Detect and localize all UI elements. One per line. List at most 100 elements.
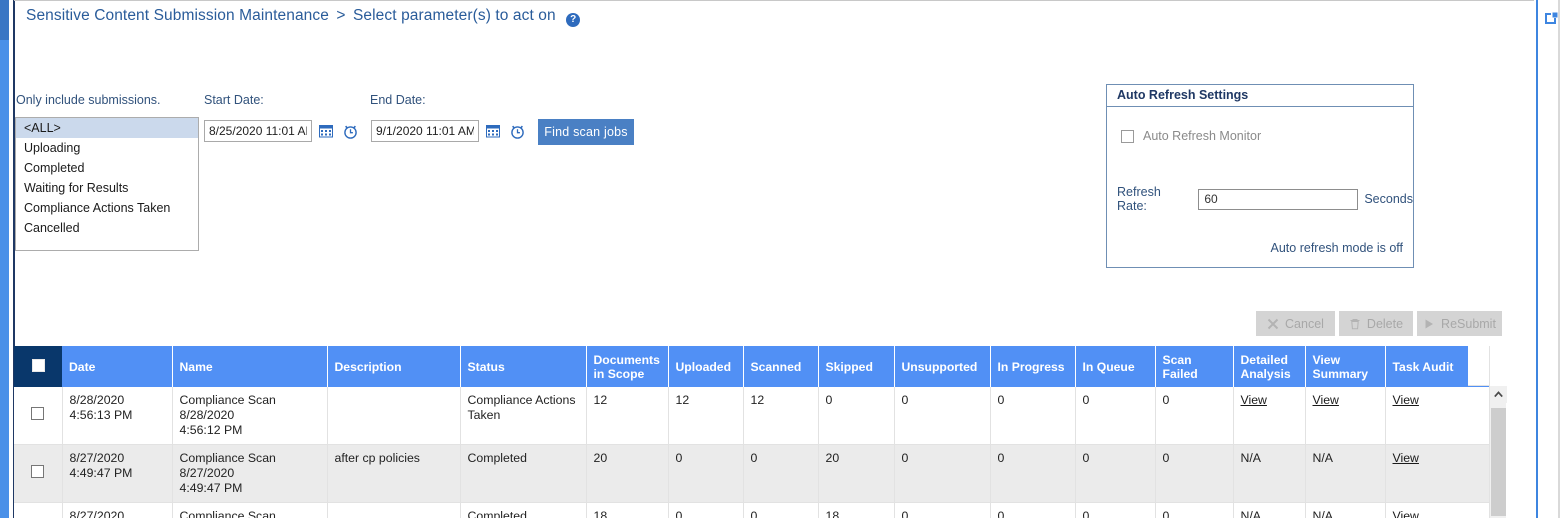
cell-date: 8/27/20204:41:11 PM bbox=[62, 503, 172, 518]
end-date-clock-icon[interactable] bbox=[507, 120, 527, 142]
row-select-cell[interactable] bbox=[14, 387, 62, 445]
submission-option[interactable]: Waiting for Results bbox=[16, 178, 198, 198]
submissions-filter-label: Only include submissions. bbox=[16, 93, 161, 107]
table-header-row: Date Name Description Status Documents i… bbox=[14, 346, 1490, 387]
row-select-cell[interactable] bbox=[14, 445, 62, 503]
left-accent-bar-top bbox=[0, 0, 9, 40]
cell-unsupported: 0 bbox=[894, 445, 990, 503]
trash-icon bbox=[1349, 318, 1361, 330]
cell-description bbox=[327, 503, 460, 518]
cell-detailed-analysis-link[interactable]: View bbox=[1241, 393, 1267, 407]
select-all-checkbox[interactable] bbox=[32, 359, 45, 372]
end-date-input[interactable] bbox=[372, 121, 478, 141]
submission-option[interactable]: Completed bbox=[16, 158, 198, 178]
end-date-calendar-icon[interactable] bbox=[483, 120, 503, 142]
scrollbar-thumb[interactable] bbox=[1491, 408, 1506, 516]
resubmit-button[interactable]: ReSubmit bbox=[1417, 311, 1502, 336]
column-header-name[interactable]: Name bbox=[172, 346, 327, 387]
table-row[interactable]: 8/28/20204:56:13 PMCompliance Scan 8/28/… bbox=[14, 387, 1490, 445]
auto-refresh-monitor-row[interactable]: Auto Refresh Monitor bbox=[1121, 129, 1261, 143]
cell-in-queue: 0 bbox=[1075, 387, 1155, 445]
start-date-field[interactable] bbox=[204, 120, 312, 142]
cell-task-audit-link[interactable]: View bbox=[1393, 393, 1419, 407]
breadcrumb-root[interactable]: Sensitive Content Submission Maintenance bbox=[26, 7, 329, 24]
cell-description: after cp policies bbox=[327, 445, 460, 503]
cell-detailed-analysis[interactable]: View bbox=[1233, 387, 1305, 445]
cell-view-summary[interactable]: View bbox=[1305, 387, 1385, 445]
cell-task-audit[interactable]: View bbox=[1385, 387, 1490, 445]
resubmit-button-label: ReSubmit bbox=[1441, 317, 1496, 331]
refresh-rate-units: Seconds bbox=[1364, 192, 1413, 206]
start-date-calendar-icon[interactable] bbox=[316, 120, 336, 142]
cell-description bbox=[327, 387, 460, 445]
cell-in-progress: 0 bbox=[990, 445, 1075, 503]
cell-view-summary-link[interactable]: View bbox=[1313, 393, 1339, 407]
submission-option[interactable]: Uploading bbox=[16, 138, 198, 158]
breadcrumb-separator: > bbox=[333, 7, 348, 24]
cell-in-progress: 0 bbox=[990, 387, 1075, 445]
submission-option[interactable]: Compliance Actions Taken bbox=[16, 198, 198, 218]
breadcrumb: Sensitive Content Submission Maintenance… bbox=[26, 7, 580, 27]
column-header-in-progress[interactable]: In Progress bbox=[990, 346, 1075, 387]
table-row[interactable]: 8/27/20204:41:11 PMCompliance Scan 8/27/… bbox=[14, 503, 1490, 518]
row-checkbox[interactable] bbox=[31, 407, 44, 420]
cancel-button-label: Cancel bbox=[1285, 317, 1324, 331]
column-header-unsupported[interactable]: Unsupported bbox=[894, 346, 990, 387]
column-header-in-queue[interactable]: In Queue bbox=[1075, 346, 1155, 387]
cell-skipped: 18 bbox=[818, 503, 894, 518]
refresh-rate-input[interactable] bbox=[1198, 189, 1358, 210]
column-header-status[interactable]: Status bbox=[460, 346, 586, 387]
submission-option[interactable]: Cancelled bbox=[16, 218, 198, 238]
popout-icon[interactable] bbox=[1544, 12, 1558, 25]
column-header-date[interactable]: Date bbox=[62, 346, 172, 387]
scroll-up-arrow-icon[interactable] bbox=[1490, 386, 1507, 403]
column-header-detailed-analysis[interactable]: Detailed Analysis bbox=[1233, 346, 1305, 387]
submissions-listbox[interactable]: <ALL>UploadingCompletedWaiting for Resul… bbox=[15, 117, 199, 251]
select-all-header[interactable] bbox=[14, 346, 62, 387]
grid-vertical-scrollbar[interactable] bbox=[1489, 386, 1506, 518]
table-row[interactable]: 8/27/20204:49:47 PMCompliance Scan 8/27/… bbox=[14, 445, 1490, 503]
row-checkbox[interactable] bbox=[31, 465, 44, 478]
start-date-clock-icon[interactable] bbox=[340, 120, 360, 142]
cell-scanned: 0 bbox=[743, 445, 818, 503]
column-header-documents-in-scope[interactable]: Documents in Scope bbox=[586, 346, 668, 387]
column-header-skipped[interactable]: Skipped bbox=[818, 346, 894, 387]
start-date-input[interactable] bbox=[205, 121, 311, 141]
delete-button-label: Delete bbox=[1367, 317, 1403, 331]
cell-name: Compliance Scan 8/28/20204:56:12 PM bbox=[172, 387, 327, 445]
cancel-button[interactable]: Cancel bbox=[1256, 311, 1335, 336]
refresh-rate-label: Refresh Rate: bbox=[1117, 185, 1192, 213]
cell-view-summary[interactable]: N/A bbox=[1305, 445, 1385, 503]
column-header-view-summary[interactable]: View Summary bbox=[1305, 346, 1385, 387]
cell-status: Compliance Actions Taken bbox=[460, 387, 586, 445]
delete-button[interactable]: Delete bbox=[1339, 311, 1413, 336]
find-scan-jobs-button[interactable]: Find scan jobs bbox=[538, 119, 634, 145]
row-select-cell[interactable] bbox=[14, 503, 62, 518]
column-header-uploaded[interactable]: Uploaded bbox=[668, 346, 743, 387]
column-header-scan-failed[interactable]: Scan Failed bbox=[1155, 346, 1233, 387]
cell-task-audit[interactable]: View bbox=[1385, 503, 1490, 518]
start-date-label: Start Date: bbox=[204, 93, 264, 107]
cell-status: Completed bbox=[460, 503, 586, 518]
auto-refresh-monitor-checkbox[interactable] bbox=[1121, 130, 1134, 143]
cell-task-audit[interactable]: View bbox=[1385, 445, 1490, 503]
cell-in-queue: 0 bbox=[1075, 503, 1155, 518]
help-icon[interactable]: ? bbox=[566, 13, 580, 27]
cell-task-audit-link[interactable]: View bbox=[1393, 451, 1419, 465]
auto-refresh-monitor-label: Auto Refresh Monitor bbox=[1143, 129, 1261, 143]
cell-uploaded: 0 bbox=[668, 445, 743, 503]
cell-task-audit-link[interactable]: View bbox=[1393, 509, 1419, 518]
column-header-scanned[interactable]: Scanned bbox=[743, 346, 818, 387]
cell-view-summary[interactable]: N/A bbox=[1305, 503, 1385, 518]
scan-jobs-grid: Date Name Description Status Documents i… bbox=[14, 346, 1538, 518]
cell-name: Compliance Scan 8/27/20204:41:11 PM bbox=[172, 503, 327, 518]
submission-option[interactable]: <ALL> bbox=[16, 118, 198, 138]
cell-detailed-analysis[interactable]: N/A bbox=[1233, 445, 1305, 503]
top-divider bbox=[14, 0, 1534, 1]
end-date-field[interactable] bbox=[371, 120, 479, 142]
column-header-description[interactable]: Description bbox=[327, 346, 460, 387]
auto-refresh-status: Auto refresh mode is off bbox=[1271, 241, 1403, 255]
cell-name: Compliance Scan 8/27/20204:49:47 PM bbox=[172, 445, 327, 503]
cell-detailed-analysis[interactable]: N/A bbox=[1233, 503, 1305, 518]
cell-scan-failed: 0 bbox=[1155, 503, 1233, 518]
